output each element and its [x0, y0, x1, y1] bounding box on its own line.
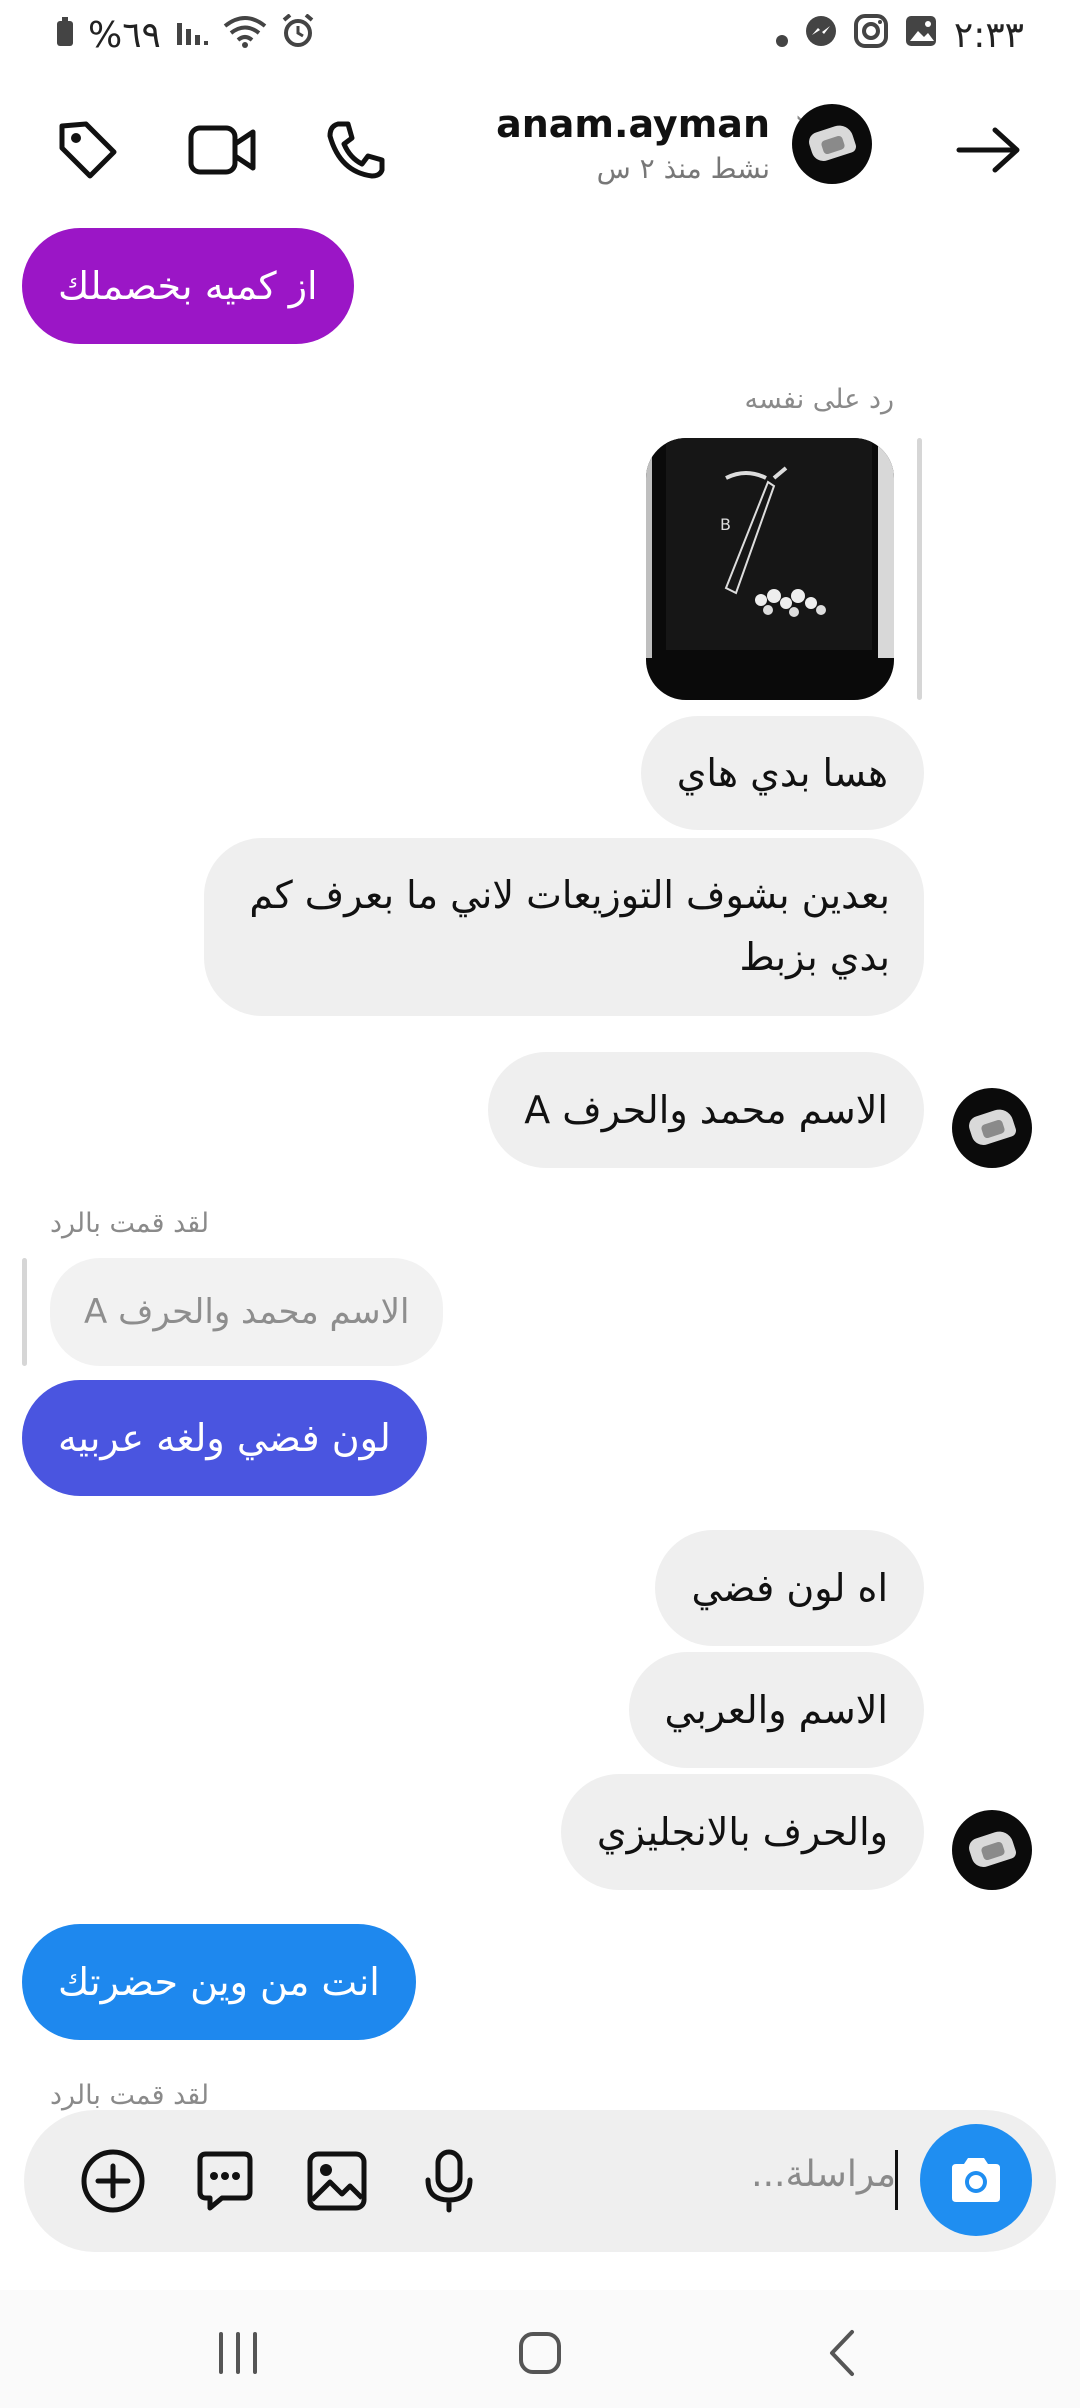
avatar[interactable] [952, 1810, 1032, 1890]
message-sent[interactable]: انت من وين حضرتك [22, 1924, 416, 2040]
instagram-icon [853, 14, 888, 57]
message-sent[interactable]: لون فضي ولغه عربيه [22, 1380, 427, 1496]
microphone-icon[interactable] [408, 2140, 490, 2222]
messenger-icon [804, 14, 838, 57]
phone-icon[interactable] [316, 110, 396, 190]
home-icon[interactable] [500, 2318, 580, 2388]
status-bar: %٦٩ ٢:٣٣ [0, 0, 1080, 70]
message-line: بدي بزبط [739, 935, 890, 979]
chat-header: anam.ayman › نشط منذ ٢ س [0, 80, 1080, 210]
camera-icon [952, 2158, 1000, 2202]
message-received[interactable]: الاسم محمد والحرف A [488, 1052, 924, 1168]
battery-level: %٦٩ [88, 15, 161, 56]
message-received[interactable]: والحرف بالانجليزي [560, 1774, 924, 1890]
status-right: ٢:٣٣ [775, 14, 1024, 57]
active-status: نشط منذ ٢ س [596, 152, 770, 185]
quoted-message[interactable]: الاسم محمد والحرف A [50, 1258, 444, 1366]
sticker-icon[interactable] [184, 2140, 266, 2222]
gallery-notification-icon [904, 14, 938, 57]
back-icon[interactable] [802, 2318, 882, 2388]
svg-text:B: B [720, 515, 731, 534]
reply-indicator [917, 438, 922, 700]
back-arrow-icon[interactable] [948, 110, 1028, 190]
wifi-icon [223, 14, 267, 57]
chat-username[interactable]: anam.ayman [496, 102, 770, 146]
message-sent[interactable]: از كميه بخصملك [22, 228, 354, 344]
alarm-icon [281, 13, 315, 57]
video-call-icon[interactable] [182, 110, 262, 190]
replied-label: لقد قمت بالرد [50, 2080, 210, 2111]
message-line: بعدين بشوف التوزيعات لاني ما بعرف كم [249, 873, 890, 917]
clock-time: ٢:٣٣ [953, 15, 1024, 56]
message-received[interactable]: الاسم والعربي [628, 1652, 924, 1768]
status-left: %٦٩ [56, 13, 315, 57]
camera-button[interactable] [920, 2124, 1032, 2236]
avatar[interactable] [952, 1088, 1032, 1168]
dot-icon [775, 15, 788, 56]
message-composer: مراسلة... [24, 2110, 1056, 2252]
message-received[interactable]: اه لون فضي [655, 1530, 924, 1646]
reply-label: رد على نفسه [744, 384, 894, 415]
battery-icon [56, 15, 74, 56]
replied-image[interactable]: B [646, 438, 894, 700]
message-received[interactable]: هسا بدي هاي [640, 716, 924, 830]
gallery-icon[interactable] [296, 2140, 378, 2222]
message-received-multiline[interactable]: بعدين بشوف التوزيعات لاني ما بعرف كم بدي… [204, 838, 924, 1016]
tag-icon[interactable] [48, 110, 128, 190]
avatar[interactable] [792, 104, 872, 184]
signal-icon [175, 15, 209, 56]
message-input[interactable]: مراسلة... [751, 2154, 896, 2195]
system-nav-bar [0, 2290, 1080, 2408]
recent-apps-icon[interactable] [198, 2318, 278, 2388]
add-icon[interactable] [72, 2140, 154, 2222]
reply-indicator [22, 1258, 27, 1366]
replied-label: لقد قمت بالرد [50, 1208, 210, 1239]
